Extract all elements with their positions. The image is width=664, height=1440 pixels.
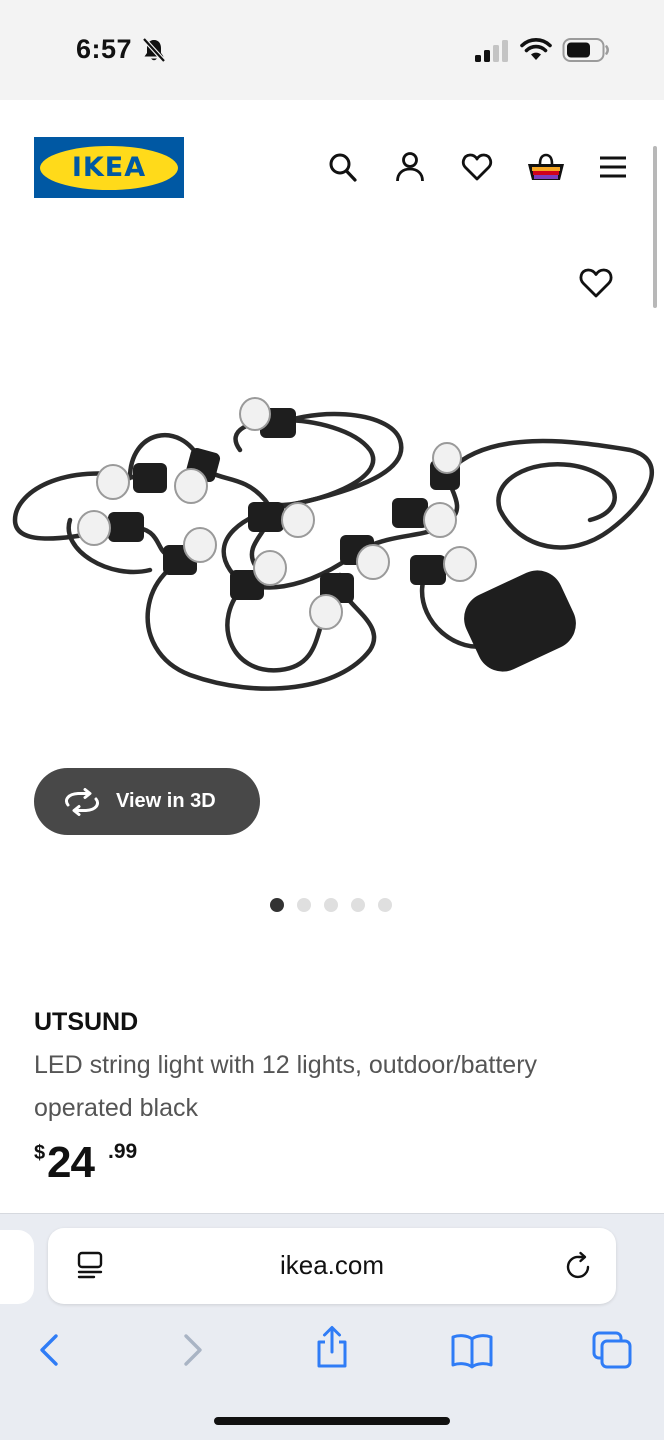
price-integer: 24 — [47, 1138, 95, 1187]
battery-icon — [562, 38, 609, 62]
site-header: IKEA — [0, 100, 664, 230]
carousel-dot[interactable] — [297, 898, 311, 912]
wishlist-icon[interactable] — [461, 150, 493, 184]
status-time: 6:57 — [76, 34, 133, 64]
add-to-wishlist-icon[interactable] — [578, 266, 614, 300]
status-bar: 6:57 — [0, 0, 664, 100]
product-image[interactable] — [10, 390, 656, 700]
menu-icon[interactable] — [597, 150, 629, 184]
page-scrollbar[interactable] — [653, 146, 657, 308]
carousel-dot[interactable] — [378, 898, 392, 912]
price-decimal: .99 — [108, 1140, 138, 1163]
product-description: LED string light with 12 lights, outdoor… — [34, 1051, 538, 1122]
carousel-dot[interactable] — [351, 898, 365, 912]
url-text[interactable]: ikea.com — [48, 1250, 616, 1281]
address-bar[interactable]: ikea.com — [48, 1228, 616, 1304]
product-name: UTSUND — [34, 1008, 139, 1036]
carousel-dot[interactable] — [270, 898, 284, 912]
price-currency: $ — [34, 1142, 46, 1164]
tabs-icon[interactable] — [590, 1330, 634, 1370]
carousel-dot[interactable] — [324, 898, 338, 912]
share-icon[interactable] — [310, 1324, 354, 1370]
carousel-dots — [270, 898, 392, 912]
previous-tab-preview[interactable] — [0, 1230, 34, 1304]
cart-icon[interactable] — [527, 150, 565, 184]
logo-text: IKEA — [40, 145, 178, 190]
rotate-3d-icon — [64, 787, 100, 816]
account-icon[interactable] — [394, 150, 426, 184]
home-indicator[interactable] — [214, 1417, 450, 1425]
back-icon[interactable] — [28, 1330, 72, 1370]
ikea-logo[interactable]: IKEA — [34, 137, 184, 198]
search-icon[interactable] — [327, 150, 359, 184]
reload-icon[interactable] — [564, 1250, 594, 1282]
view-in-3d-button[interactable]: View in 3D — [34, 768, 260, 835]
forward-icon[interactable] — [170, 1330, 214, 1370]
bell-off-icon — [142, 37, 166, 63]
browser-toolbar: ikea.com — [0, 1213, 664, 1440]
signal-icon — [475, 40, 508, 62]
wifi-icon — [520, 38, 552, 60]
view-in-3d-label: View in 3D — [116, 790, 216, 812]
bookmarks-icon[interactable] — [450, 1330, 494, 1370]
